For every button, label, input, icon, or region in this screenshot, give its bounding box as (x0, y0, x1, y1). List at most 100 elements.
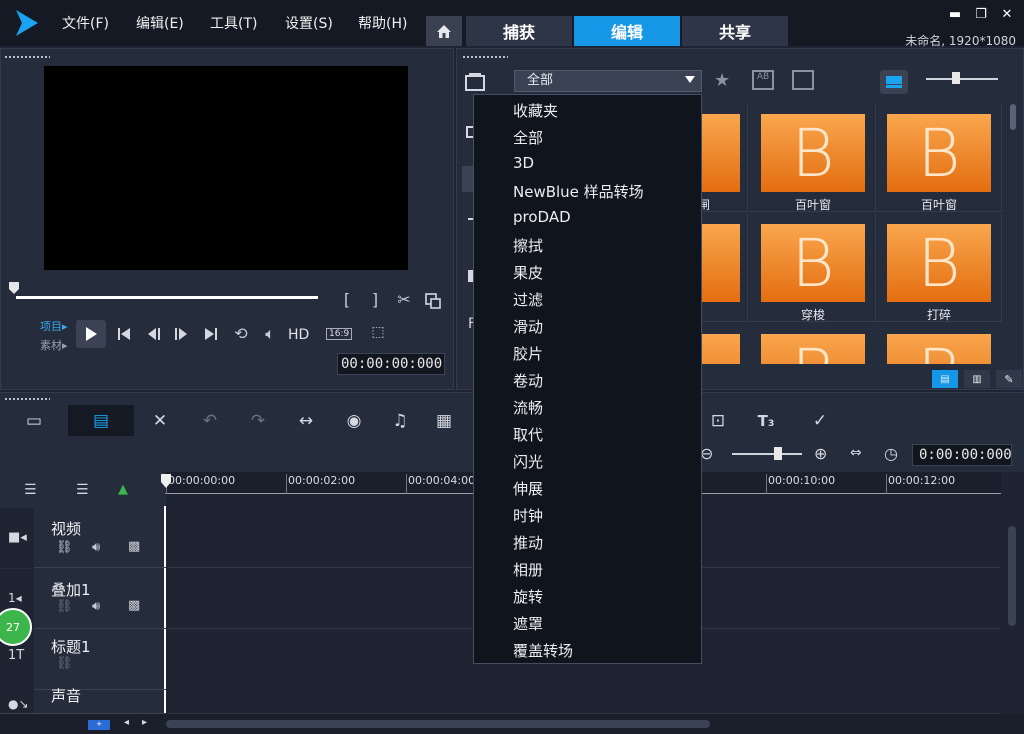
zoom-knob[interactable] (774, 447, 782, 460)
dropdown-option-stretch[interactable]: 伸展 (513, 478, 543, 499)
view-mode-button[interactable]: ▥ (964, 370, 990, 388)
scroll-left-icon[interactable]: ◂ (124, 717, 129, 728)
mark-in-icon[interactable]: [ (340, 290, 354, 309)
link-icon[interactable]: ⛓ (56, 540, 73, 555)
dropdown-option-push[interactable]: 推动 (513, 532, 543, 553)
record-capture-icon[interactable]: ◉ (340, 408, 368, 434)
dropdown-option-wipe[interactable]: 擦拭 (513, 235, 543, 256)
skip-start-icon[interactable] (116, 327, 132, 341)
dropdown-option-album[interactable]: 相册 (513, 559, 543, 580)
thumbnail-cell[interactable]: 闸 (698, 104, 748, 212)
volume-icon[interactable]: 🔈︎ (259, 324, 281, 344)
volume-icon[interactable]: 🔊︎ (92, 540, 100, 555)
link-icon[interactable]: ⛓ (56, 599, 73, 614)
skip-end-icon[interactable] (203, 327, 219, 341)
mode-clip[interactable]: 素材▸ (40, 337, 68, 353)
dropdown-option-slide[interactable]: 滑动 (513, 316, 543, 337)
panel-grip[interactable] (462, 55, 508, 59)
enlarge-icon[interactable] (424, 292, 442, 310)
storyboard-view-icon[interactable]: ▭ (20, 408, 48, 434)
dropdown-option-film[interactable]: 胶片 (513, 343, 543, 364)
undo-icon[interactable]: ↶ (196, 408, 224, 434)
add-track-badge-icon[interactable]: + (88, 720, 110, 730)
menu-help[interactable]: 帮助(H) (358, 13, 407, 33)
tab-edit[interactable]: 编辑 (574, 16, 680, 46)
tab-share[interactable]: 共享 (682, 16, 788, 46)
menu-tools[interactable]: 工具(T) (210, 13, 257, 33)
panel-grip[interactable] (4, 397, 50, 401)
prev-frame-icon[interactable] (146, 327, 162, 341)
view-mode-button[interactable]: ▤ (932, 370, 958, 388)
home-button[interactable] (426, 16, 462, 46)
tools-icon[interactable]: ✕ (146, 408, 174, 434)
audio-mixer-icon[interactable]: ♫ (386, 408, 414, 434)
scissors-icon[interactable]: ✂ (394, 290, 414, 309)
fit-timeline-icon[interactable]: ⇔ (850, 445, 862, 461)
dropdown-option-favorites[interactable]: 收藏夹 (513, 100, 558, 121)
scrub-bar[interactable] (16, 296, 318, 299)
crop-icon[interactable]: ⬚ (366, 324, 390, 340)
timeline-view-icon[interactable]: ▤ (87, 408, 115, 434)
scroll-right-icon[interactable]: ▸ (142, 717, 147, 728)
favorite-add-icon[interactable]: ★ (714, 70, 730, 91)
dropdown-option-peel[interactable]: 果皮 (513, 262, 543, 283)
dropdown-option-overlay[interactable]: 覆盖转场 (513, 640, 573, 661)
panel-grip[interactable] (4, 55, 50, 59)
apply-transition-icon[interactable]: AB (752, 70, 774, 90)
close-icon[interactable]: ✕ (998, 8, 1016, 22)
redo-icon[interactable]: ↷ (244, 408, 272, 434)
minimize-icon[interactable]: ▬ (946, 8, 964, 22)
timeline-timecode[interactable]: 0:00:00:000 (912, 444, 1012, 466)
checker-icon[interactable]: ▩ (128, 539, 140, 554)
dropdown-option-flash[interactable]: 闪光 (513, 451, 543, 472)
3d-title-icon[interactable]: T₃ (752, 408, 780, 434)
dropdown-option-prodad[interactable]: proDAD (513, 208, 571, 226)
timeline-vertical-scrollbar[interactable] (1008, 526, 1016, 626)
menu-settings[interactable]: 设置(S) (285, 13, 333, 33)
mode-project[interactable]: 项目▸ (40, 318, 68, 334)
thumbnail-cell[interactable]: B 穿梭 (750, 214, 876, 322)
edit-button[interactable]: ✎ (996, 370, 1022, 388)
hd-toggle[interactable]: HD (288, 327, 309, 343)
zoom-in-icon[interactable]: ⊕ (814, 444, 827, 463)
restore-icon[interactable]: ❐ (972, 8, 990, 22)
view-toggle-button[interactable] (880, 70, 908, 94)
fit-project-icon[interactable]: ↔ (292, 408, 320, 434)
play-button[interactable] (76, 320, 106, 348)
dropdown-option-clock[interactable]: 时钟 (513, 505, 543, 526)
slider-knob[interactable] (952, 72, 960, 84)
track-lane-voice[interactable] (168, 681, 1000, 714)
repeat-icon[interactable]: ⟲ (230, 324, 252, 343)
dropdown-option-roll[interactable]: 卷动 (513, 370, 543, 391)
dropdown-option-3d[interactable]: 3D (513, 154, 534, 172)
random-transition-icon[interactable] (792, 70, 814, 90)
category-dropdown[interactable]: 全部 (514, 70, 702, 92)
link-icon[interactable]: ⛓ (56, 656, 73, 671)
playhead-icon[interactable] (160, 474, 172, 488)
dropdown-option-mask[interactable]: 遮罩 (513, 613, 543, 634)
checker-icon[interactable]: ▩ (128, 598, 140, 613)
aspect-ratio[interactable]: 16:9 (326, 328, 353, 340)
next-frame-icon[interactable] (173, 327, 189, 341)
thumbnail-size-slider[interactable] (926, 78, 998, 80)
menu-file[interactable]: 文件(F) (62, 13, 109, 33)
dropdown-option-rotate[interactable]: 旋转 (513, 586, 543, 607)
media-library-icon[interactable] (464, 72, 486, 92)
track-manager-icon[interactable]: ☰ (24, 482, 37, 498)
library-scrollbar[interactable] (1010, 104, 1016, 130)
menu-edit[interactable]: 编辑(E) (136, 13, 184, 33)
add-track-icon[interactable]: ☰ (76, 482, 89, 498)
zoom-slider[interactable] (732, 453, 802, 455)
subtitle-icon[interactable]: ✓ (806, 408, 834, 434)
motion-track-icon[interactable]: ⊡ (704, 408, 732, 434)
track-header-video[interactable]: ■◂ 视频 ⛓ 🔊︎ ▩ (0, 508, 166, 568)
chapter-marker-icon[interactable]: ▲ (118, 482, 128, 497)
track-header-voice[interactable]: ●↘ 声音 (0, 681, 166, 714)
scrub-handle-icon[interactable] (9, 282, 19, 294)
thumbnail-cell[interactable] (698, 214, 748, 322)
volume-icon[interactable]: 🔊︎ (92, 599, 100, 614)
dropdown-option-replace[interactable]: 取代 (513, 424, 543, 445)
timeline-horizontal-scrollbar[interactable] (166, 720, 710, 728)
thumbnail-cell[interactable]: B 百叶窗 (750, 104, 876, 212)
multi-camera-icon[interactable]: ▦ (430, 408, 458, 434)
